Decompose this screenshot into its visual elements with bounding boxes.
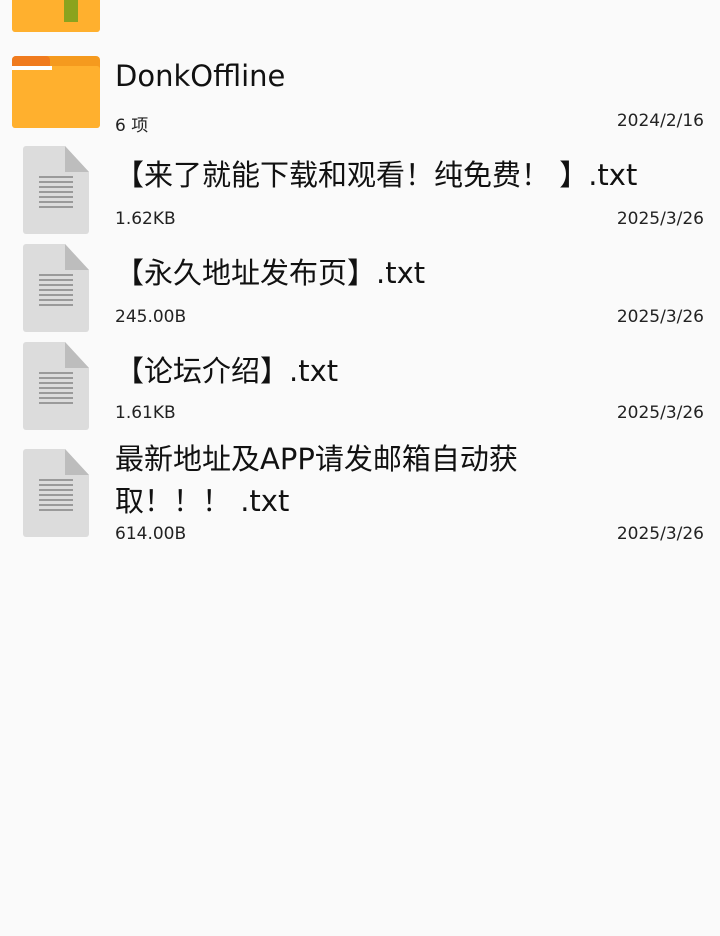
folder-name: DonkOffline — [115, 59, 286, 93]
file-size: 1.62KB — [115, 209, 176, 229]
file-row[interactable]: 【论坛介绍】.txt 1.61KB 2025/3/26 — [0, 342, 720, 432]
file-date: 2025/3/26 — [616, 403, 704, 423]
file-row[interactable]: 最新地址及APP请发邮箱自动获取！！！ .txt 614.00B 2025/3/… — [0, 438, 720, 550]
folder-icon — [12, 0, 100, 32]
file-meta: 1.61KB 2025/3/26 — [115, 403, 704, 423]
file-meta: 614.00B 2025/3/26 — [115, 524, 704, 544]
file-size: 614.00B — [115, 524, 187, 544]
text-file-icon — [23, 146, 89, 234]
file-row[interactable]: 【来了就能下载和观看！纯免费！ 】.txt 1.62KB 2025/3/26 — [0, 146, 720, 236]
file-date: 2025/3/26 — [616, 524, 704, 544]
folder-item-count: 6 项 — [115, 116, 149, 136]
folder-row-donkoffline[interactable]: DonkOffline 6 项 2024/2/16 — [0, 50, 720, 138]
file-name: 【论坛介绍】.txt — [115, 354, 339, 388]
folder-date: 2024/2/16 — [616, 111, 704, 131]
text-file-icon — [23, 449, 89, 537]
text-file-icon — [23, 342, 89, 430]
file-meta: 1.62KB 2025/3/26 — [115, 209, 704, 229]
file-size: 1.61KB — [115, 403, 176, 423]
file-name: 【来了就能下载和观看！纯免费！ 】.txt — [115, 158, 638, 192]
folder-meta: 6 项 2024/2/16 — [115, 111, 704, 136]
file-name: 【永久地址发布页】.txt — [115, 256, 426, 290]
folder-icon — [12, 56, 100, 128]
file-meta: 245.00B 2025/3/26 — [115, 307, 704, 327]
file-size: 245.00B — [115, 307, 187, 327]
file-date: 2025/3/26 — [616, 209, 704, 229]
file-date: 2025/3/26 — [616, 307, 704, 327]
file-row[interactable]: 【永久地址发布页】.txt 245.00B 2025/3/26 — [0, 244, 720, 334]
text-file-icon — [23, 244, 89, 332]
folder-row-partial[interactable] — [0, 0, 720, 32]
file-name: 最新地址及APP请发邮箱自动获取！！！ .txt — [115, 442, 518, 518]
